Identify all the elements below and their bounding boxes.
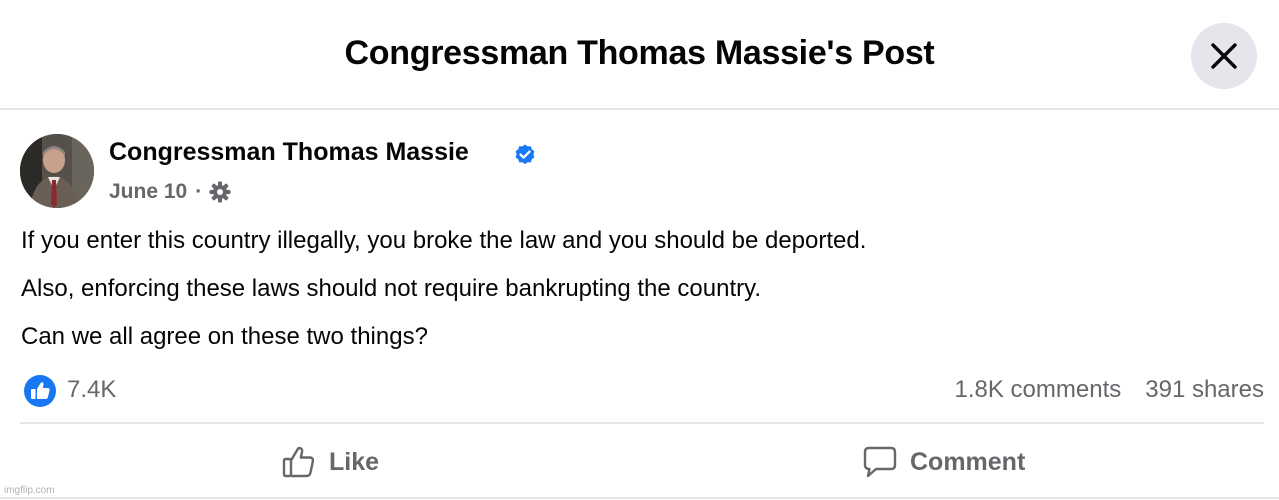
post-date[interactable]: June 10 bbox=[109, 180, 187, 204]
close-button[interactable] bbox=[1191, 23, 1257, 89]
like-label: Like bbox=[329, 447, 380, 476]
comment-button[interactable]: Comment bbox=[862, 440, 1025, 484]
watermark: imgflip.com bbox=[4, 485, 55, 496]
post-meta: June 10 · bbox=[109, 178, 232, 206]
post-text-line: Also, enforcing these laws should not re… bbox=[21, 275, 761, 302]
dialog-header: Congressman Thomas Massie's Post bbox=[0, 0, 1279, 110]
speech-bubble-icon bbox=[863, 446, 897, 478]
close-icon bbox=[1211, 43, 1237, 69]
verified-badge-icon bbox=[515, 144, 535, 165]
dialog-title: Congressman Thomas Massie's Post bbox=[344, 34, 935, 72]
avatar[interactable] bbox=[20, 134, 94, 208]
divider bbox=[20, 422, 1264, 424]
like-button[interactable]: Like bbox=[281, 440, 379, 484]
meta-separator: · bbox=[195, 180, 203, 203]
post-text-line: Can we all agree on these two things? bbox=[21, 323, 428, 350]
comment-label: Comment bbox=[910, 447, 1026, 476]
engagement-stats: 1.8K comments 391 shares bbox=[955, 376, 1264, 404]
author-name[interactable]: Congressman Thomas Massie bbox=[109, 138, 469, 167]
like-count[interactable]: 7.4K bbox=[67, 376, 116, 404]
divider bbox=[0, 497, 1279, 499]
thumbs-up-reaction-icon[interactable] bbox=[23, 374, 57, 408]
gear-icon[interactable] bbox=[208, 180, 232, 204]
post-dialog: Congressman Thomas Massie's Post Congres… bbox=[0, 0, 1279, 500]
thumbs-up-outline-icon bbox=[282, 446, 315, 478]
share-count[interactable]: 391 shares bbox=[1145, 376, 1264, 404]
post-text-line: If you enter this country illegally, you… bbox=[21, 227, 867, 254]
comment-count[interactable]: 1.8K comments bbox=[955, 376, 1122, 404]
